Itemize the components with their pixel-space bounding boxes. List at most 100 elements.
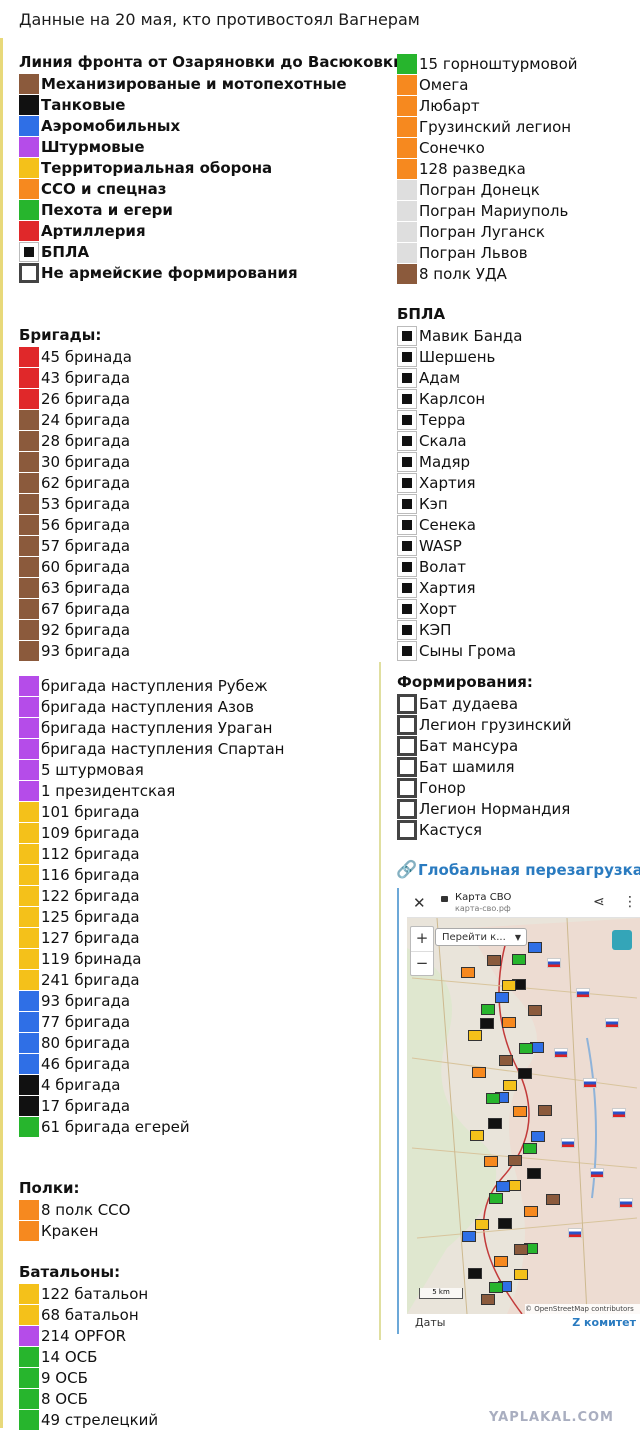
black-square-icon [397,451,417,472]
black-square-icon [397,388,417,409]
unit-marker-icon[interactable] [486,1093,500,1104]
unit-marker-icon[interactable] [499,1055,513,1066]
formation-label: Легион Нормандия [419,799,571,818]
flag-icon[interactable] [605,1018,619,1028]
map-view[interactable]: + − Перейти к... ▼ 5 km © OpenStreetMap c… [407,918,640,1314]
brigade-label: 24 бригада [41,410,131,429]
flag-icon[interactable] [619,1198,633,1208]
unit-marker-icon[interactable] [462,1231,476,1242]
unit-marker-icon[interactable] [514,1244,528,1255]
battalion-label: 122 батальон [41,1284,149,1303]
unit-marker-icon[interactable] [502,1017,516,1028]
unit-marker-icon[interactable] [519,1043,533,1054]
unit-marker-icon[interactable] [528,942,542,953]
brigade-label: 26 бригада [41,389,131,408]
dates-label[interactable]: Даты [415,1316,445,1329]
unit-marker-icon[interactable] [531,1131,545,1142]
global-reboot-link[interactable]: 🔗Глобальная перезагрузка [396,859,640,881]
unit-marker-icon[interactable] [475,1219,489,1230]
color-swatch [19,1283,39,1304]
bpla-row: WASP [397,535,640,556]
unit-marker-icon[interactable] [508,1155,522,1166]
unit-row: Любарт [397,95,640,116]
unit-row: Омега [397,74,640,95]
unit-marker-icon[interactable] [546,1194,560,1205]
menu-icon[interactable]: ⋮ [623,894,637,910]
bpla-label: Карлсон [419,389,486,408]
flag-icon[interactable] [554,1048,568,1058]
z-committee-link[interactable]: Z комитет [572,1316,636,1329]
bpla-section: БПЛА Мавик Банда Шершень Адам Карлсон Терра Ск… [397,304,640,661]
legend-row: Артиллерия [19,220,379,241]
bpla-row: Терра [397,409,640,430]
close-icon[interactable]: ✕ [413,894,426,912]
unit-marker-icon[interactable] [524,1206,538,1217]
unit-marker-icon[interactable] [468,1030,482,1041]
unit-marker-icon[interactable] [480,1018,494,1029]
flag-icon[interactable] [583,1078,597,1088]
unit-marker-icon[interactable] [488,1118,502,1129]
unit-marker-icon[interactable] [523,1143,537,1154]
brigade-label: 92 бригада [41,620,131,639]
map-attribution[interactable]: © OpenStreetMap contributors [525,1304,640,1314]
unit-marker-icon[interactable] [503,1080,517,1091]
bpla-label: Адам [419,368,461,387]
unit-marker-icon[interactable] [494,1256,508,1267]
unit-marker-icon[interactable] [487,955,501,966]
zoom-in-button[interactable]: + [411,927,433,951]
unit-marker-icon[interactable] [461,967,475,978]
legend-label: Территориальная оборона [41,158,273,177]
flag-icon[interactable] [590,1168,604,1178]
color-swatch [19,178,39,199]
unit-marker-icon[interactable] [481,1294,495,1305]
flag-icon[interactable] [568,1228,582,1238]
unit-marker-icon[interactable] [470,1130,484,1141]
unit-marker-icon[interactable] [498,1218,512,1229]
unit-marker-icon[interactable] [472,1067,486,1078]
unit-marker-icon[interactable] [484,1156,498,1167]
unit-marker-icon[interactable] [489,1193,503,1204]
zoom-out-button[interactable]: − [411,951,433,976]
unit-marker-icon[interactable] [538,1105,552,1116]
unit-row: Грузинский легион [397,116,640,137]
color-swatch [19,801,39,822]
color-swatch [19,675,39,696]
color-swatch [19,556,39,577]
flag-icon[interactable] [547,958,561,968]
legend-label: Пехота и егери [41,200,173,219]
white-square-icon [19,262,39,283]
unit-marker-icon[interactable] [468,1268,482,1279]
color-swatch [19,346,39,367]
brigade-row: 53 бригада [19,493,379,514]
flag-icon[interactable] [576,988,590,998]
battalion-label: 14 ОСБ [41,1347,98,1366]
unit-marker-icon[interactable] [489,1282,503,1293]
regiment-label: 8 полк ССО [41,1200,131,1219]
unit-marker-icon[interactable] [512,954,526,965]
unit-row: 15 горноштурмовой [397,53,640,74]
bpla-label: Шершень [419,347,496,366]
brigade-row: 119 бринада [19,948,379,969]
color-swatch [19,948,39,969]
unit-marker-icon[interactable] [495,992,509,1003]
flag-icon[interactable] [561,1138,575,1148]
map-footer: Даты Z комитет [407,1314,640,1334]
color-swatch [19,1220,39,1241]
unit-marker-icon[interactable] [528,1005,542,1016]
unit-marker-icon[interactable] [514,1269,528,1280]
unit-marker-icon[interactable] [518,1068,532,1079]
color-swatch [19,73,39,94]
layers-icon[interactable] [612,930,632,950]
share-icon[interactable]: ⋖ [593,894,605,910]
unit-marker-icon[interactable] [481,1004,495,1015]
unit-marker-icon[interactable] [496,1181,510,1192]
brigade-label: 127 бригада [41,928,140,947]
unit-marker-icon[interactable] [527,1168,541,1179]
goto-select[interactable]: Перейти к... ▼ [435,928,527,946]
color-swatch [19,1116,39,1137]
flag-icon[interactable] [612,1108,626,1118]
unit-marker-icon[interactable] [502,980,516,991]
color-swatch [19,1074,39,1095]
bpla-label: Терра [419,410,466,429]
unit-marker-icon[interactable] [513,1106,527,1117]
